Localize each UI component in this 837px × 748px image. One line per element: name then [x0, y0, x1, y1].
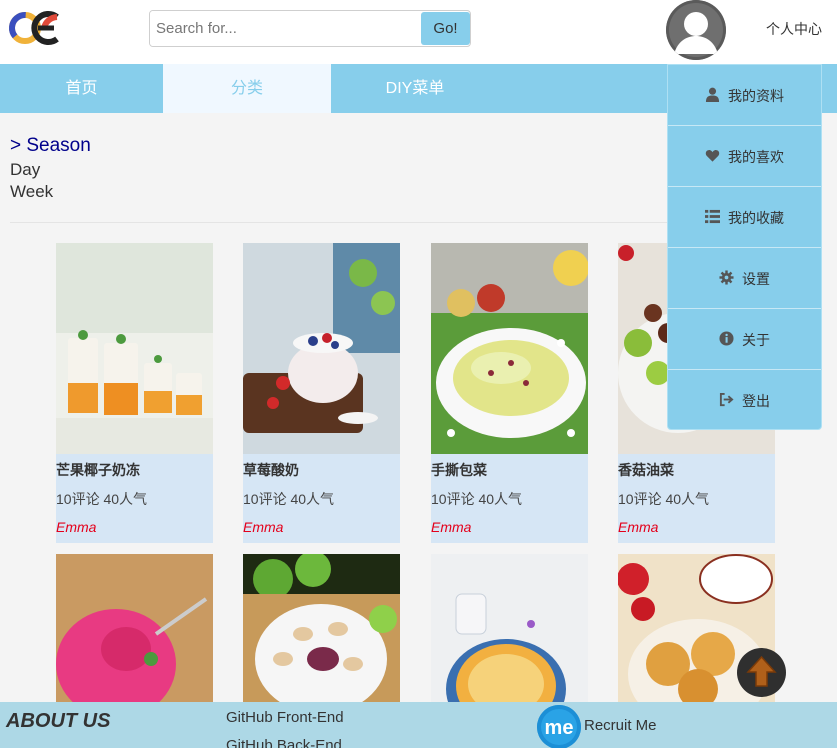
- logout-icon: [719, 392, 734, 407]
- recipe-author[interactable]: Emma: [618, 519, 658, 535]
- me-logo-icon[interactable]: me: [537, 705, 581, 748]
- me-logo-text: me: [545, 717, 574, 739]
- recipe-title[interactable]: 手撕包菜: [431, 460, 487, 480]
- search-input[interactable]: [150, 11, 420, 46]
- season-item-week[interactable]: Week: [10, 182, 53, 202]
- site-logo[interactable]: [8, 6, 60, 50]
- recipe-stats: 10评论 40人气: [243, 491, 335, 507]
- heart-icon: [705, 150, 720, 162]
- season-title[interactable]: > Season: [10, 135, 91, 157]
- menu-item-logout[interactable]: 登出: [668, 370, 821, 431]
- season-item-day[interactable]: Day: [10, 160, 40, 180]
- back-to-top-button[interactable]: [737, 648, 786, 697]
- recipe-photo: [56, 243, 213, 454]
- tab-category[interactable]: 分类: [163, 64, 331, 113]
- recipe-card[interactable]: 芒果椰子奶冻 10评论 40人气 Emma: [56, 243, 213, 543]
- search-go-button[interactable]: Go!: [421, 12, 470, 45]
- recipe-card[interactable]: 草莓酸奶 10评论 40人气 Emma: [243, 243, 400, 543]
- arrow-up-icon: [746, 655, 777, 687]
- avatar[interactable]: [666, 0, 726, 60]
- gear-icon: [719, 270, 734, 285]
- avatar-person-icon: [666, 0, 726, 60]
- menu-item-label: 关于: [742, 332, 770, 348]
- menu-item-label: 我的资料: [728, 88, 784, 104]
- list-icon: [705, 209, 720, 224]
- user-center-link[interactable]: 个人中心: [766, 19, 822, 39]
- recipe-author[interactable]: Emma: [243, 519, 283, 535]
- menu-item-my-profile[interactable]: 我的资料: [668, 65, 821, 126]
- recipe-photo: [431, 554, 588, 702]
- user-dropdown-menu: 我的资料 我的喜欢 我的收藏 设置 关于 登出: [667, 64, 822, 430]
- github-backend-link[interactable]: GitHub Back-End: [226, 737, 342, 748]
- menu-item-label: 我的收藏: [728, 210, 784, 226]
- recruit-me-link[interactable]: Recruit Me: [584, 717, 657, 734]
- menu-item-about[interactable]: 关于: [668, 309, 821, 370]
- recipe-title[interactable]: 香菇油菜: [618, 460, 674, 480]
- header: Go! 个人中心: [0, 0, 837, 64]
- recipe-title[interactable]: 草莓酸奶: [243, 460, 299, 480]
- menu-item-settings[interactable]: 设置: [668, 248, 821, 309]
- menu-item-my-likes[interactable]: 我的喜欢: [668, 126, 821, 187]
- info-icon: [719, 331, 734, 346]
- about-us-heading: ABOUT US: [6, 710, 111, 732]
- user-icon: [705, 87, 720, 102]
- recipe-card[interactable]: [56, 554, 213, 702]
- recipe-stats: 10评论 40人气: [431, 491, 523, 507]
- github-frontend-link[interactable]: GitHub Front-End: [226, 709, 344, 726]
- recipe-author[interactable]: Emma: [56, 519, 96, 535]
- tab-home[interactable]: 首页: [0, 64, 163, 113]
- recipe-card[interactable]: 手撕包菜 10评论 40人气 Emma: [431, 243, 588, 543]
- recipe-card[interactable]: [243, 554, 400, 702]
- menu-item-my-favorites[interactable]: 我的收藏: [668, 187, 821, 248]
- recipe-photo: [243, 554, 400, 702]
- divider: [10, 222, 670, 223]
- recipe-photo: [56, 554, 213, 702]
- recipe-photo: [431, 243, 588, 454]
- recipe-author[interactable]: Emma: [431, 519, 471, 535]
- me-logo-mark: me: [537, 705, 581, 748]
- recipe-stats: 10评论 40人气: [56, 491, 148, 507]
- footer: ABOUT US GitHub Front-End GitHub Back-En…: [0, 702, 837, 748]
- recipe-title[interactable]: 芒果椰子奶冻: [56, 460, 140, 480]
- menu-item-label: 登出: [742, 393, 770, 409]
- search-bar: Go!: [149, 10, 471, 47]
- tab-diy-menu[interactable]: DIY菜单: [331, 64, 499, 113]
- recipe-card[interactable]: [431, 554, 588, 702]
- menu-item-label: 我的喜欢: [728, 149, 784, 165]
- menu-item-label: 设置: [742, 271, 770, 287]
- recipe-stats: 10评论 40人气: [618, 491, 710, 507]
- recipe-photo: [243, 243, 400, 454]
